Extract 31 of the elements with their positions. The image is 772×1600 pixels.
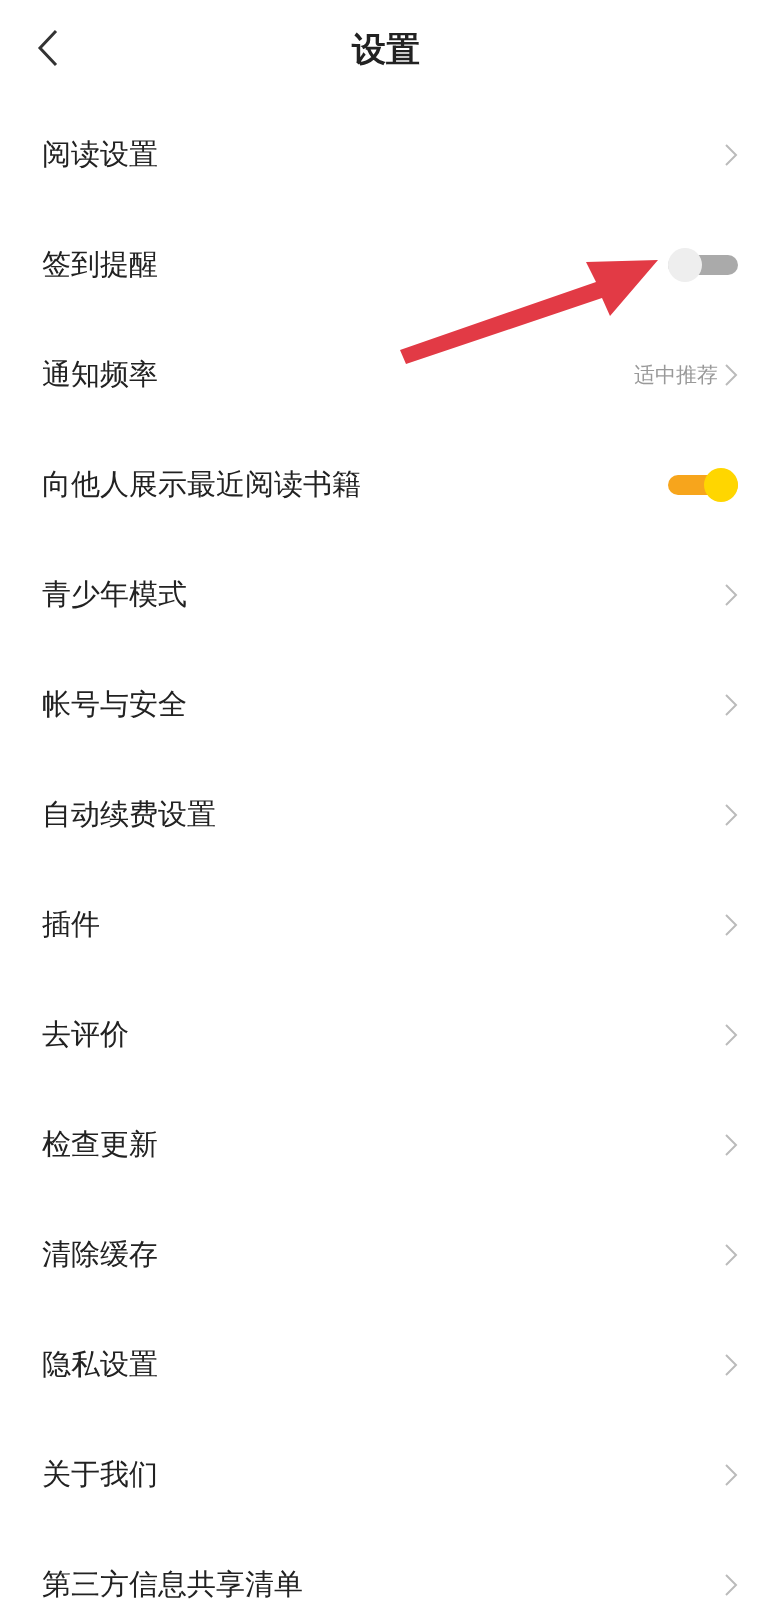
chevron-right-icon: [724, 1463, 738, 1487]
setting-label: 关于我们: [42, 1456, 159, 1493]
setting-label: 第三方信息共享清单: [42, 1566, 304, 1600]
chevron-right-icon: [724, 803, 738, 827]
setting-label: 去评价: [42, 1016, 130, 1053]
chevron-right-icon: [724, 693, 738, 717]
chevron-right-icon: [724, 583, 738, 607]
setting-label: 隐私设置: [42, 1346, 159, 1383]
setting-label: 自动续费设置: [42, 796, 217, 833]
setting-label: 签到提醒: [42, 246, 159, 283]
chevron-right-icon: [724, 1023, 738, 1047]
back-chevron-icon: [37, 29, 59, 67]
toggle-switch[interactable]: [668, 468, 738, 502]
chevron-right-icon: [724, 363, 738, 387]
setting-label: 帐号与安全: [42, 686, 188, 723]
chevron-right-icon: [724, 143, 738, 167]
setting-label: 通知频率: [42, 356, 159, 393]
toggle-switch[interactable]: [668, 248, 738, 282]
setting-value: 适中推荐: [634, 362, 718, 389]
chevron-right-icon: [724, 1573, 738, 1597]
setting-label: 阅读设置: [42, 136, 159, 173]
chevron-right-icon: [724, 1133, 738, 1157]
setting-label: 插件: [42, 906, 101, 943]
page-title: 设置: [352, 28, 420, 71]
chevron-right-icon: [724, 1243, 738, 1267]
setting-label: 向他人展示最近阅读书籍: [42, 466, 362, 503]
chevron-right-icon: [724, 1353, 738, 1377]
setting-label: 清除缓存: [42, 1236, 159, 1273]
setting-label: 青少年模式: [42, 576, 188, 613]
setting-label: 检查更新: [42, 1126, 159, 1163]
chevron-right-icon: [724, 913, 738, 937]
